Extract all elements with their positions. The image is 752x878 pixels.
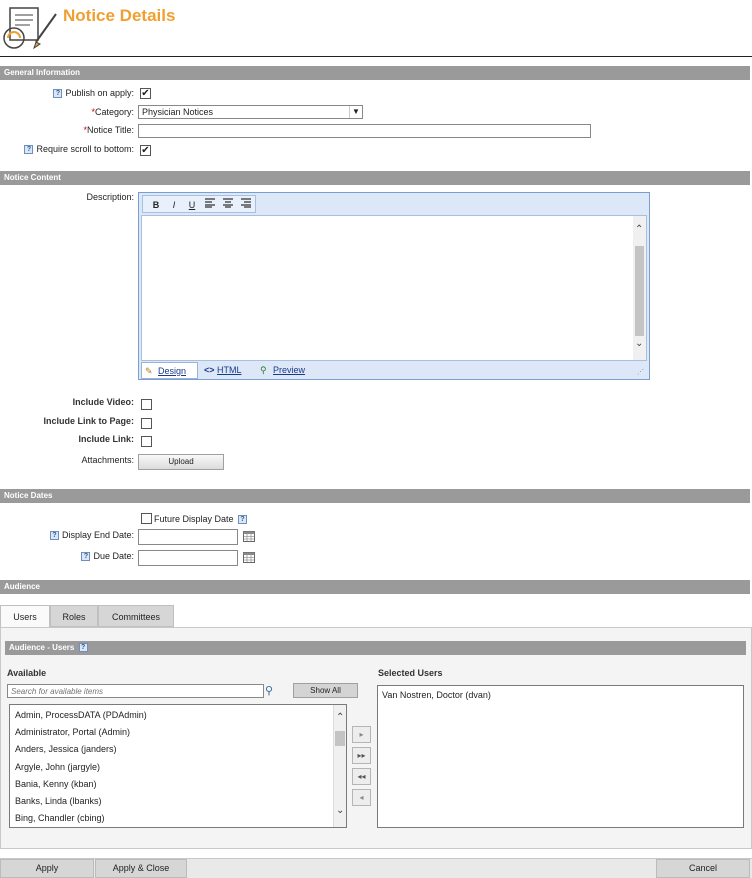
category-select[interactable]: Physician Notices ▼ — [138, 105, 363, 119]
page-title: Notice Details — [63, 6, 176, 25]
description-editor: B I U ⌃ ⌄ ✎ Design <> HTML ⚲ Preview ⋰ — [138, 192, 650, 380]
audience-users-header: Audience - Users ? — [5, 641, 746, 655]
include-video-checkbox[interactable] — [141, 399, 152, 410]
list-item[interactable]: Administrator, Portal (Admin) — [15, 727, 130, 737]
available-list-scrollbar[interactable]: ⌃ ⌄ — [333, 705, 346, 827]
chevron-down-icon: ▼ — [349, 106, 362, 118]
search-available-input[interactable] — [7, 684, 264, 698]
section-general-information: General Information — [0, 66, 750, 80]
calendar-icon[interactable] — [243, 552, 255, 565]
magnifier-icon: ⚲ — [260, 365, 267, 375]
category-label: *Category: — [91, 107, 134, 117]
list-item[interactable]: Admin, ProcessDATA (PDAdmin) — [15, 710, 147, 720]
list-item[interactable]: Anders, Jessica (janders) — [15, 744, 117, 754]
tab-design-mode[interactable]: ✎ Design — [141, 362, 198, 379]
pencil-icon: ✎ — [145, 366, 153, 376]
publish-on-apply-checkbox[interactable]: ✔ — [140, 88, 151, 99]
show-all-button[interactable]: Show All — [293, 683, 358, 698]
move-left-button[interactable]: ◂ — [352, 789, 371, 806]
help-icon[interactable]: ? — [78, 643, 88, 653]
editor-scroll-thumb[interactable] — [635, 246, 644, 336]
code-icon: <> — [204, 365, 215, 375]
due-date-label: ? Due Date: — [81, 551, 134, 562]
move-all-right-button[interactable]: ▸▸ — [352, 747, 371, 764]
upload-button[interactable]: Upload — [138, 454, 224, 470]
tab-preview-mode[interactable]: ⚲ Preview — [257, 362, 317, 379]
scroll-up-icon[interactable]: ⌃ — [635, 224, 643, 235]
selected-users-list[interactable]: Van Nostren, Doctor (dvan) — [377, 685, 744, 828]
list-item[interactable]: Bing, Chandler (cbing) — [15, 813, 105, 823]
tab-roles[interactable]: Roles — [50, 605, 98, 627]
tab-html-mode[interactable]: <> HTML — [201, 362, 251, 379]
available-label: Available — [7, 668, 47, 678]
help-icon[interactable]: ? — [49, 531, 59, 541]
description-label: Description: — [86, 192, 134, 202]
resize-grip-icon[interactable]: ⋰ — [637, 368, 644, 376]
display-end-date-label: ? Display End Date: — [49, 530, 134, 541]
require-scroll-checkbox[interactable]: ✔ — [140, 145, 151, 156]
list-item[interactable]: Bania, Kenny (kban) — [15, 779, 97, 789]
require-scroll-label: ? Require scroll to bottom: — [24, 144, 134, 155]
scroll-down-icon[interactable]: ⌄ — [635, 338, 643, 349]
include-link-label: Include Link: — [78, 434, 134, 444]
editor-mode-bar: ✎ Design <> HTML ⚲ Preview ⋰ — [141, 362, 647, 379]
tab-committees[interactable]: Committees — [98, 605, 174, 627]
align-left-icon[interactable] — [202, 198, 218, 212]
include-link-page-checkbox[interactable] — [141, 418, 152, 429]
list-item[interactable]: Argyle, John (jargyle) — [15, 762, 100, 772]
scroll-down-icon[interactable]: ⌄ — [336, 805, 344, 816]
move-right-button[interactable]: ▸ — [352, 726, 371, 743]
help-icon[interactable]: ? — [238, 515, 248, 525]
section-notice-dates: Notice Dates — [0, 489, 750, 503]
move-all-left-button[interactable]: ◂◂ — [352, 768, 371, 785]
section-notice-content: Notice Content — [0, 171, 750, 185]
underline-button[interactable]: U — [184, 198, 200, 212]
list-item[interactable]: Van Nostren, Doctor (dvan) — [382, 690, 491, 700]
include-video-label: Include Video: — [72, 397, 134, 407]
description-textarea[interactable]: ⌃ ⌄ — [141, 215, 647, 361]
include-link-checkbox[interactable] — [141, 436, 152, 447]
display-end-date-input[interactable] — [138, 529, 238, 545]
section-audience: Audience — [0, 580, 750, 594]
search-icon[interactable]: ⚲ — [265, 684, 273, 697]
scroll-thumb[interactable] — [335, 731, 345, 746]
help-icon[interactable]: ? — [24, 145, 34, 155]
list-item[interactable]: Banks, Linda (lbanks) — [15, 796, 102, 806]
align-right-icon[interactable] — [238, 198, 254, 212]
notice-title-label: *Notice Title: — [83, 125, 134, 135]
italic-button[interactable]: I — [166, 198, 182, 212]
future-display-date-label: Future Display Date ? — [154, 514, 250, 525]
notice-title-input[interactable] — [138, 124, 591, 138]
due-date-input[interactable] — [138, 550, 238, 566]
selected-users-label: Selected Users — [378, 668, 443, 678]
attachments-label: Attachments: — [81, 455, 134, 465]
help-icon[interactable]: ? — [53, 89, 63, 99]
bold-button[interactable]: B — [148, 198, 164, 212]
apply-button[interactable]: Apply — [0, 859, 94, 878]
apply-close-button[interactable]: Apply & Close — [95, 859, 187, 878]
future-display-date-checkbox[interactable] — [141, 513, 152, 524]
publish-on-apply-label: ? Publish on apply: — [53, 88, 134, 99]
scroll-up-icon[interactable]: ⌃ — [336, 712, 344, 723]
help-icon[interactable]: ? — [81, 552, 91, 562]
tab-users[interactable]: Users — [0, 605, 50, 628]
notice-document-icon — [0, 2, 60, 52]
calendar-icon[interactable] — [243, 531, 255, 544]
available-users-list[interactable]: Admin, ProcessDATA (PDAdmin) Administrat… — [9, 704, 347, 828]
align-center-icon[interactable] — [220, 198, 236, 212]
cancel-button[interactable]: Cancel — [656, 859, 750, 878]
header-divider — [0, 56, 752, 57]
include-link-page-label: Include Link to Page: — [43, 416, 134, 426]
editor-toolbar: B I U — [142, 195, 256, 213]
editor-scrollbar[interactable]: ⌃ ⌄ — [633, 216, 646, 360]
